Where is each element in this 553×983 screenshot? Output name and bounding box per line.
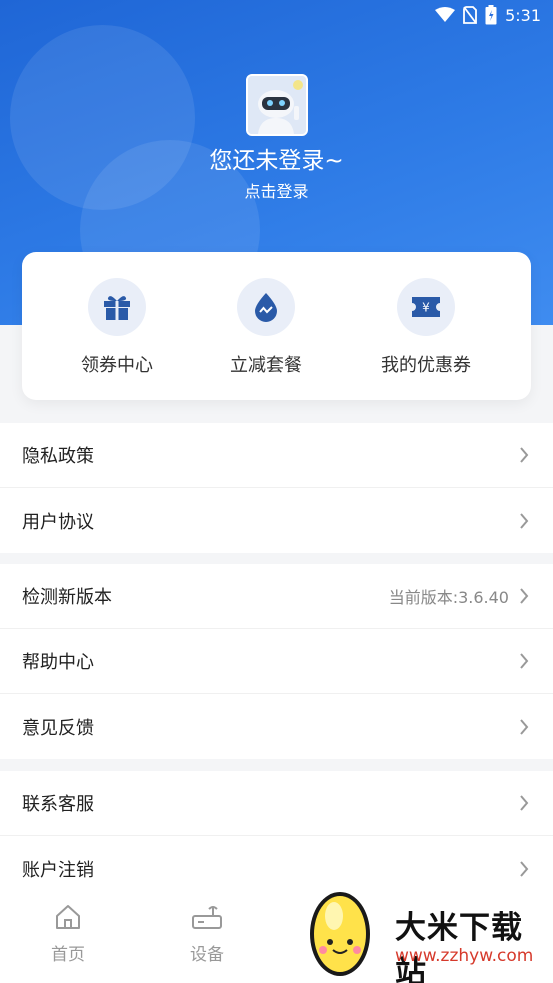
tab-devices[interactable]: 设备 (172, 904, 242, 965)
login-link[interactable]: 点击登录 (0, 178, 553, 202)
svg-text:¥: ¥ (422, 301, 430, 315)
menu-item-label: 检测新版本 (22, 587, 112, 608)
quick-action-label: 立减套餐 (230, 355, 302, 376)
menu-item-user-agreement[interactable]: 用户协议 (0, 488, 553, 553)
chevron-right-icon (520, 718, 529, 735)
tab-label: 首页 (51, 945, 85, 965)
my-coupons-button[interactable]: ¥ 我的优惠券 (346, 278, 506, 377)
menu-item-privacy-policy[interactable]: 隐私政策 (0, 423, 553, 488)
chevron-right-icon (520, 512, 529, 529)
router-icon (192, 906, 222, 929)
menu-item-label: 帮助中心 (22, 652, 94, 673)
chevron-right-icon (520, 653, 529, 669)
menu-item-help-center[interactable]: 帮助中心 (0, 629, 553, 694)
watermark-name: 大米下载站 (395, 910, 523, 983)
discount-plan-button[interactable]: 立减套餐 (186, 278, 346, 377)
home-icon (56, 905, 80, 929)
watermark-url: www.zzhyw.com (395, 946, 534, 966)
menu-item-label: 账户注销 (22, 859, 94, 881)
menu-group-app: 检测新版本 当前版本:3.6.40 帮助中心 意见反馈 (0, 564, 553, 759)
status-time: 5:31 (505, 5, 541, 25)
quick-action-label: 领券中心 (81, 355, 153, 376)
battery-icon (485, 5, 497, 25)
chevron-right-icon (520, 588, 529, 604)
chevron-right-icon (520, 447, 529, 463)
menu-group-legal: 隐私政策 用户协议 (0, 423, 553, 553)
rice-mascot-logo (310, 892, 370, 976)
robot-avatar-icon (248, 76, 306, 134)
chevron-right-icon (520, 860, 529, 877)
coupon-center-button[interactable]: 领券中心 (37, 278, 197, 377)
tab-home[interactable]: 首页 (33, 904, 103, 965)
wifi-icon (435, 7, 456, 23)
current-version-text: 当前版本:3.6.40 (388, 588, 509, 607)
login-prompt-title[interactable]: 您还未登录~ (0, 141, 553, 175)
menu-item-label: 用户协议 (22, 511, 94, 533)
quick-action-label: 我的优惠券 (381, 355, 471, 376)
menu-group-account: 联系客服 账户注销 (0, 771, 553, 901)
chevron-right-icon (520, 795, 529, 811)
quick-actions-card: 领券中心 立减套餐 ¥ 我的优惠券 (22, 252, 531, 400)
tab-label: 设备 (190, 945, 224, 965)
menu-item-label: 意见反馈 (22, 717, 94, 739)
menu-item-check-update[interactable]: 检测新版本 当前版本:3.6.40 (0, 564, 553, 629)
gift-icon (88, 278, 146, 336)
menu-item-feedback[interactable]: 意见反馈 (0, 694, 553, 759)
no-sim-icon (463, 6, 477, 24)
status-bar: 5:31 (435, 4, 541, 26)
avatar[interactable] (246, 74, 308, 136)
drop-icon (237, 278, 295, 336)
menu-item-contact-support[interactable]: 联系客服 (0, 771, 553, 836)
watermark: 大米下载站 www.zzhyw.com (300, 886, 553, 983)
menu-item-label: 联系客服 (22, 794, 94, 815)
menu-item-label: 隐私政策 (22, 446, 94, 467)
coupon-yen-icon: ¥ (397, 278, 455, 336)
